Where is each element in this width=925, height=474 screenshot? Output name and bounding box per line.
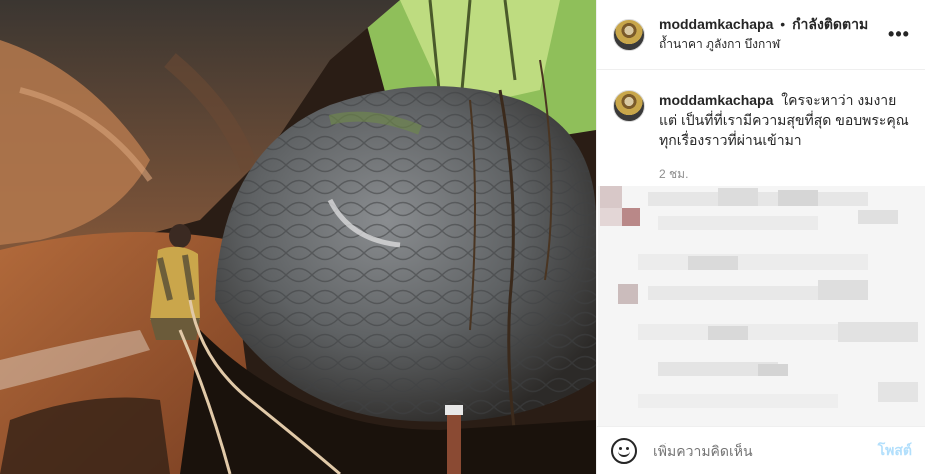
blur-block	[778, 190, 818, 206]
blur-block	[838, 322, 918, 342]
post-photo[interactable]	[0, 0, 596, 474]
header-line: moddamkachapa • กำลังติดตาม	[659, 15, 887, 33]
blur-block	[758, 364, 788, 376]
blur-block	[718, 188, 758, 206]
blur-block	[658, 216, 818, 230]
instagram-post: moddamkachapa • กำลังติดตาม ถ้ำนาคา ภูลั…	[0, 0, 925, 474]
post-sidebar: moddamkachapa • กำลังติดตาม ถ้ำนาคา ภูลั…	[596, 0, 925, 474]
header-text: moddamkachapa • กำลังติดตาม ถ้ำนาคา ภูลั…	[659, 15, 887, 54]
cave-naga-rock-image	[0, 0, 596, 474]
header-username[interactable]: moddamkachapa	[659, 16, 773, 32]
caption-body: moddamkachapa ใครจะหาว่า งมงายแต่ เป็นที…	[659, 90, 909, 184]
profile-avatar[interactable]	[613, 18, 645, 51]
caption: moddamkachapa ใครจะหาว่า งมงายแต่ เป็นที…	[597, 70, 925, 184]
blur-block	[638, 254, 868, 270]
location-link[interactable]: ถ้ำนาคา ภูลังกา บึงกาฬ	[659, 35, 887, 54]
blur-block	[818, 280, 868, 300]
blur-block	[708, 326, 748, 340]
comment-input[interactable]	[653, 442, 878, 459]
blur-block	[648, 192, 868, 206]
comment-bar: โพสต์	[597, 426, 925, 474]
separator-dot: •	[780, 16, 786, 32]
blur-block	[688, 256, 738, 270]
post-header: moddamkachapa • กำลังติดตาม ถ้ำนาคา ภูลั…	[597, 0, 925, 70]
blur-block	[618, 284, 638, 304]
blur-block	[622, 208, 640, 226]
blur-block	[878, 382, 918, 402]
blur-block	[600, 186, 622, 208]
following-button[interactable]: กำลังติดตาม	[792, 16, 868, 32]
post-comment-button[interactable]: โพสต์	[878, 440, 912, 462]
post-timestamp[interactable]: 2 ชม.	[659, 164, 909, 184]
blur-block	[858, 210, 898, 224]
emoji-icon[interactable]	[611, 437, 637, 464]
blurred-comments	[598, 186, 925, 426]
caption-username[interactable]: moddamkachapa	[659, 92, 773, 108]
more-options-icon[interactable]: •••	[887, 23, 911, 47]
blur-block	[638, 394, 838, 408]
blur-block	[600, 208, 622, 226]
caption-avatar[interactable]	[613, 90, 645, 122]
